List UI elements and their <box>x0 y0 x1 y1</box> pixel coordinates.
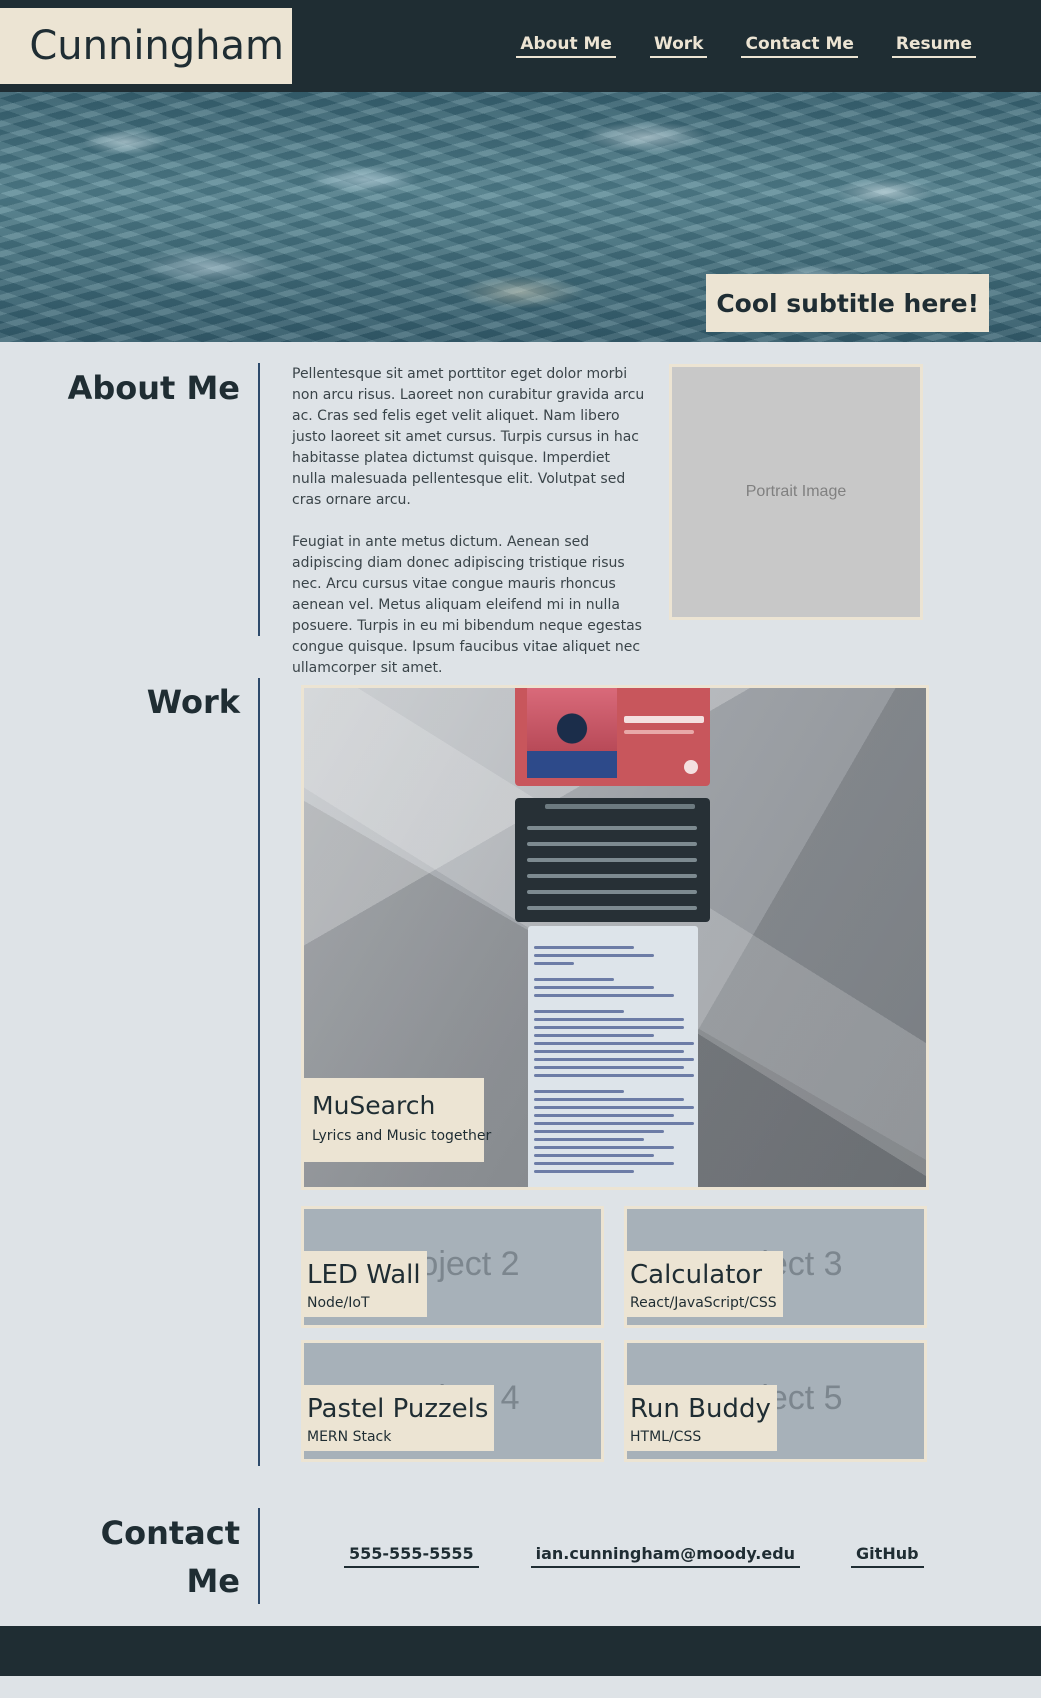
brand-name: Cunningham <box>29 23 284 69</box>
nav-contact-me[interactable]: Contact Me <box>741 34 858 58</box>
portrait-placeholder-text: Portrait Image <box>745 483 847 500</box>
contact-heading-line1: Contact <box>100 1514 240 1552</box>
work-heading: Work <box>146 683 240 721</box>
main-nav: About Me Work Contact Me Resume <box>516 34 976 58</box>
nav-resume[interactable]: Resume <box>891 34 976 58</box>
featured-project-card[interactable]: MuSearch Lyrics and Music together <box>301 685 929 1190</box>
phone-link[interactable]: 555-555-5555 <box>344 1544 479 1568</box>
hero-subtitle: Cool subtitle here! <box>706 274 989 332</box>
project-name: Run Buddy <box>630 1394 771 1424</box>
about-heading: About Me <box>67 369 240 407</box>
portrait-image: Portrait Image <box>669 364 923 620</box>
project-caption: Calculator React/JavaScript/CSS <box>627 1251 783 1317</box>
about-divider <box>258 363 260 636</box>
project-name: Calculator <box>630 1260 763 1290</box>
about-body: Pellentesque sit amet porttitor eget dol… <box>292 364 648 679</box>
contact-heading-line2: Me <box>186 1562 240 1600</box>
project-card-calculator[interactable]: Project 3 Calculator React/JavaScript/CS… <box>624 1206 927 1328</box>
project-card-run-buddy[interactable]: Project 5 Run Buddy HTML/CSS <box>624 1340 927 1462</box>
email-link[interactable]: ian.cunningham@moody.edu <box>530 1544 801 1568</box>
hero-banner: Cool subtitle here! <box>0 92 1041 342</box>
project-caption: Run Buddy HTML/CSS <box>627 1385 777 1451</box>
project-card-led-wall[interactable]: Project 2 LED Wall Node/IoT <box>301 1206 604 1328</box>
site-footer <box>0 1626 1041 1676</box>
contact-heading: Contact Me <box>101 1509 240 1605</box>
brand-logo[interactable]: Cunningham <box>0 8 292 84</box>
site-header: Cunningham About Me Work Contact Me Resu… <box>0 0 1041 92</box>
work-divider <box>258 678 260 1466</box>
album-art <box>527 688 617 778</box>
screenshot-now-playing <box>515 688 710 786</box>
project-stack: HTML/CSS <box>630 1429 702 1445</box>
contact-links: 555-555-5555 ian.cunningham@moody.edu Gi… <box>344 1544 924 1568</box>
project-caption: Pastel Puzzels MERN Stack <box>304 1385 495 1451</box>
project-card-pastel-puzzels[interactable]: Project 4 Pastel Puzzels MERN Stack <box>301 1340 604 1462</box>
about-paragraph-2: Feugiat in ante metus dictum. Aenean sed… <box>292 534 642 676</box>
featured-project-caption: MuSearch Lyrics and Music together <box>304 1078 492 1162</box>
project-name: Pastel Puzzels <box>307 1394 489 1424</box>
project-caption: LED Wall Node/IoT <box>304 1251 427 1317</box>
about-paragraph-1: Pellentesque sit amet porttitor eget dol… <box>292 366 645 508</box>
screenshot-playlist <box>515 798 710 922</box>
nav-work[interactable]: Work <box>649 34 708 58</box>
nav-about-me[interactable]: About Me <box>516 34 616 58</box>
project-stack: React/JavaScript/CSS <box>630 1295 777 1311</box>
github-link[interactable]: GitHub <box>851 1544 924 1568</box>
contact-divider <box>258 1508 260 1604</box>
project-stack: Node/IoT <box>307 1295 370 1311</box>
spotify-icon <box>684 760 698 774</box>
featured-project-stack: Lyrics and Music together <box>312 1128 492 1144</box>
project-stack: MERN Stack <box>307 1429 392 1445</box>
project-name: LED Wall <box>307 1260 421 1290</box>
screenshot-lyrics <box>528 926 698 1187</box>
featured-project-name: MuSearch <box>312 1091 436 1120</box>
